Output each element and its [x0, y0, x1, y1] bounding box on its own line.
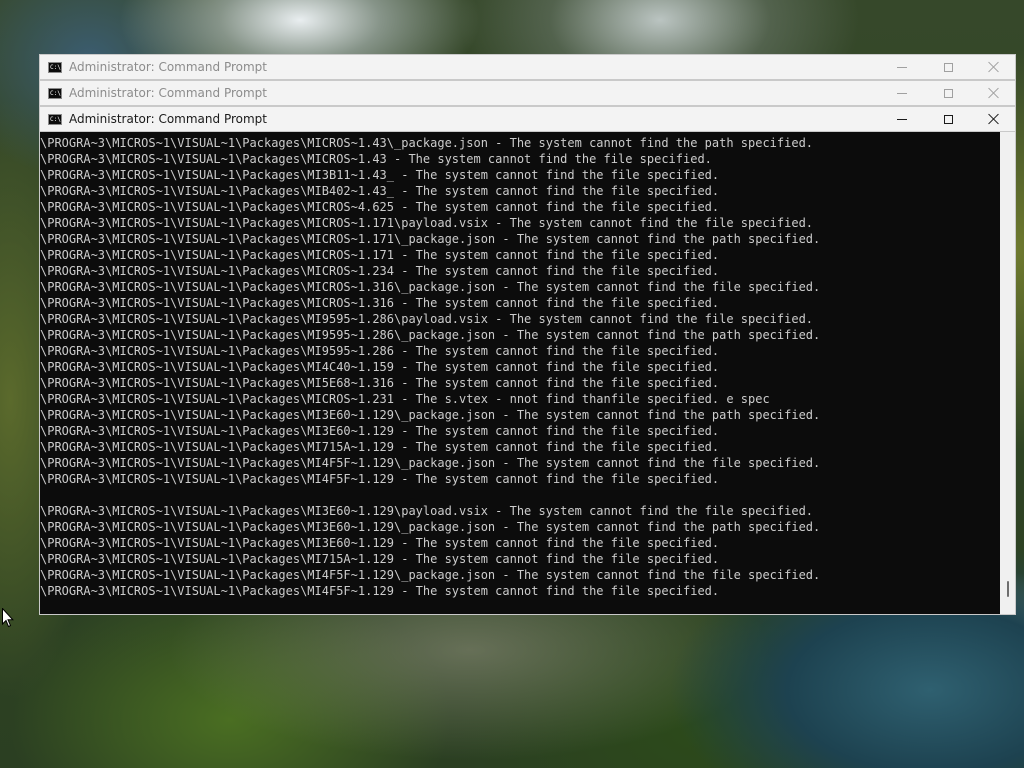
- console-line: \PROGRA~3\MICROS~1\VISUAL~1\Packages\MIB…: [40, 184, 720, 198]
- console-line: \PROGRA~3\MICROS~1\VISUAL~1\Packages\MIC…: [40, 136, 814, 150]
- close-button[interactable]: [971, 81, 1017, 105]
- minimize-icon: [897, 92, 907, 94]
- console-line: \PROGRA~3\MICROS~1\VISUAL~1\Packages\MIC…: [40, 152, 712, 166]
- maximize-icon: [943, 88, 953, 98]
- console-line: \PROGRA~3\MICROS~1\VISUAL~1\Packages\MIC…: [40, 232, 821, 246]
- console-line: \PROGRA~3\MICROS~1\VISUAL~1\Packages\MIC…: [40, 248, 720, 262]
- console-line: \PROGRA~3\MICROS~1\VISUAL~1\Packages\MIC…: [40, 200, 720, 214]
- console-line: \PROGRA~3\MICROS~1\VISUAL~1\Packages\MIC…: [40, 264, 720, 278]
- console-line: \PROGRA~3\MICROS~1\VISUAL~1\Packages\MI4…: [40, 568, 821, 582]
- console-line: \PROGRA~3\MICROS~1\VISUAL~1\Packages\MI3…: [40, 520, 821, 534]
- maximize-button[interactable]: [925, 81, 971, 105]
- minimize-button[interactable]: [879, 107, 925, 131]
- cmd-icon: C:\: [48, 114, 62, 125]
- close-icon: [988, 87, 1000, 99]
- console-line: \PROGRA~3\MICROS~1\VISUAL~1\Packages\MI9…: [40, 328, 821, 342]
- console-output-area[interactable]: \PROGRA~3\MICROS~1\VISUAL~1\Packages\MIC…: [39, 132, 1016, 615]
- console-line: \PROGRA~3\MICROS~1\VISUAL~1\Packages\MI4…: [40, 456, 821, 470]
- console-lines: \PROGRA~3\MICROS~1\VISUAL~1\Packages\MIC…: [40, 135, 1000, 599]
- vertical-scrollbar[interactable]: [1000, 132, 1015, 614]
- console-line: \PROGRA~3\MICROS~1\VISUAL~1\Packages\MI3…: [40, 504, 814, 518]
- console-line: \PROGRA~3\MICROS~1\VISUAL~1\Packages\MI4…: [40, 360, 720, 374]
- cmd-icon: C:\: [48, 62, 62, 73]
- minimize-button[interactable]: [879, 81, 925, 105]
- cmd-icon: C:\: [48, 88, 62, 99]
- close-icon: [988, 113, 1000, 125]
- console-line: \PROGRA~3\MICROS~1\VISUAL~1\Packages\MIC…: [40, 216, 814, 230]
- console-line: \PROGRA~3\MICROS~1\VISUAL~1\Packages\MIC…: [40, 392, 770, 406]
- maximize-icon: [943, 62, 953, 72]
- console-line: \PROGRA~3\MICROS~1\VISUAL~1\Packages\MIC…: [40, 280, 821, 294]
- console-line: \PROGRA~3\MICROS~1\VISUAL~1\Packages\MI4…: [40, 472, 720, 486]
- console-line: \PROGRA~3\MICROS~1\VISUAL~1\Packages\MI3…: [40, 168, 720, 182]
- console-line: \PROGRA~3\MICROS~1\VISUAL~1\Packages\MI9…: [40, 344, 720, 358]
- console-line: \PROGRA~3\MICROS~1\VISUAL~1\Packages\MI3…: [40, 536, 720, 550]
- console-line: \PROGRA~3\MICROS~1\VISUAL~1\Packages\MIC…: [40, 296, 720, 310]
- minimize-icon: [897, 66, 907, 68]
- scrollbar-thumb[interactable]: [1007, 581, 1009, 597]
- cmd-window-titlebar-3[interactable]: C:\ Administrator: Command Prompt: [39, 106, 1016, 132]
- window-title: Administrator: Command Prompt: [69, 112, 267, 126]
- console-line: \PROGRA~3\MICROS~1\VISUAL~1\Packages\MI5…: [40, 376, 720, 390]
- maximize-icon: [943, 114, 953, 124]
- maximize-button[interactable]: [925, 107, 971, 131]
- console-line: \PROGRA~3\MICROS~1\VISUAL~1\Packages\MI7…: [40, 440, 720, 454]
- close-button[interactable]: [971, 55, 1017, 79]
- console-line: \PROGRA~3\MICROS~1\VISUAL~1\Packages\MI7…: [40, 552, 720, 566]
- cmd-window-titlebar-1[interactable]: C:\ Administrator: Command Prompt: [39, 54, 1016, 80]
- window-title: Administrator: Command Prompt: [69, 86, 267, 100]
- mouse-pointer-icon: [2, 608, 14, 628]
- window-title: Administrator: Command Prompt: [69, 60, 267, 74]
- minimize-icon: [897, 118, 907, 120]
- close-icon: [988, 61, 1000, 73]
- console-line: \PROGRA~3\MICROS~1\VISUAL~1\Packages\MI3…: [40, 424, 720, 438]
- close-button[interactable]: [971, 107, 1017, 131]
- maximize-button[interactable]: [925, 55, 971, 79]
- console-line: \PROGRA~3\MICROS~1\VISUAL~1\Packages\MI3…: [40, 408, 821, 422]
- console-line: \PROGRA~3\MICROS~1\VISUAL~1\Packages\MI4…: [40, 584, 720, 598]
- minimize-button[interactable]: [879, 55, 925, 79]
- cmd-window-titlebar-2[interactable]: C:\ Administrator: Command Prompt: [39, 80, 1016, 106]
- console-line: \PROGRA~3\MICROS~1\VISUAL~1\Packages\MI9…: [40, 312, 814, 326]
